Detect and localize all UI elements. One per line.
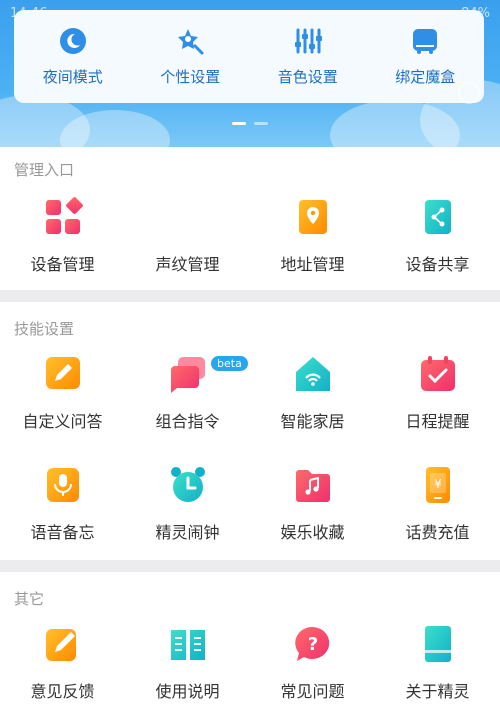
cell-label: 精灵闹钟 xyxy=(155,523,220,542)
carousel-dot[interactable] xyxy=(254,122,268,125)
carousel-indicator xyxy=(232,122,268,125)
cell-label: 常见问题 xyxy=(280,682,345,701)
header-banner: 14:46 84% 夜间模式 个性设置 xyxy=(0,0,500,147)
smart-home-icon xyxy=(295,357,330,391)
carousel-dot-active[interactable] xyxy=(232,122,246,125)
about-button[interactable]: 关于精灵 xyxy=(375,624,500,702)
svg-text:¥: ¥ xyxy=(434,477,442,491)
about-device-icon xyxy=(424,626,451,662)
cell-label: 日程提醒 xyxy=(405,412,470,431)
user-manual-button[interactable]: 使用说明 xyxy=(125,624,250,702)
magic-box-icon xyxy=(413,29,438,54)
combined-command-button[interactable]: 组合指令 beta xyxy=(125,354,250,432)
voice-memo-button[interactable]: 语音备忘 xyxy=(0,465,125,543)
alarm-clock-button[interactable]: 精灵闹钟 xyxy=(125,465,250,543)
quick-label: 音色设置 xyxy=(277,68,338,86)
quick-label: 夜间模式 xyxy=(42,68,103,86)
phone-recharge-button[interactable]: ¥ 话费充值 xyxy=(375,465,500,543)
quick-actions-card: 夜间模式 个性设置 音色设置 绑定魔盒 xyxy=(14,10,484,103)
cell-label: 智能家居 xyxy=(280,412,345,431)
section-title: 其它 xyxy=(14,590,45,608)
cell-label: 话费充值 xyxy=(405,523,470,542)
phone-yuan-icon: ¥ xyxy=(425,467,450,503)
personal-settings-button[interactable]: 个性设置 xyxy=(132,10,250,103)
music-folder-icon xyxy=(295,470,330,502)
section-divider xyxy=(0,290,500,302)
location-icon xyxy=(298,200,327,234)
grid-icon xyxy=(45,197,83,234)
moon-icon xyxy=(59,28,86,54)
pencil-icon xyxy=(45,357,80,389)
night-mode-button[interactable]: 夜间模式 xyxy=(14,10,132,103)
entertainment-favorites-button[interactable]: 娱乐收藏 xyxy=(250,465,375,543)
cell-label: 设备共享 xyxy=(405,255,470,274)
equalizer-icon xyxy=(294,28,322,54)
cell-label: 意见反馈 xyxy=(30,682,95,701)
skills-section: 技能设置 自定义问答 组合指令 beta 智能家居 日程提醒 语音备忘 精灵闹钟… xyxy=(0,302,500,560)
share-icon xyxy=(424,200,451,234)
cell-label: 设备管理 xyxy=(30,255,95,274)
address-management-button[interactable]: 地址管理 xyxy=(250,197,375,275)
gear-icon[interactable] xyxy=(458,82,480,104)
chat-icon xyxy=(170,357,205,393)
quick-label: 绑定魔盒 xyxy=(395,68,456,86)
cell-label: 关于精灵 xyxy=(405,682,470,701)
cell-label: 娱乐收藏 xyxy=(280,523,345,542)
custom-qa-button[interactable]: 自定义问答 xyxy=(0,354,125,432)
section-title: 管理入口 xyxy=(14,161,75,179)
quick-label: 个性设置 xyxy=(160,68,221,86)
others-section: 其它 意见反馈 使用说明 ? 常见问题 关于精灵 xyxy=(0,572,500,711)
alarm-clock-icon xyxy=(170,467,205,502)
smart-home-button[interactable]: 智能家居 xyxy=(250,354,375,432)
calendar-check-icon xyxy=(420,356,455,391)
cell-label: 语音备忘 xyxy=(30,523,95,542)
management-section: 管理入口 设备管理 声纹管理 地址管理 设备共享 xyxy=(0,147,500,290)
cell-label: 自定义问答 xyxy=(22,412,103,431)
voiceprint-icon xyxy=(170,199,203,235)
svg-text:?: ? xyxy=(307,634,317,655)
manual-book-icon xyxy=(170,630,205,660)
section-title: 技能设置 xyxy=(14,320,75,338)
star-brush-icon xyxy=(178,29,204,55)
feedback-edit-icon xyxy=(45,629,76,661)
cell-label: 地址管理 xyxy=(280,255,345,274)
voice-tone-button[interactable]: 音色设置 xyxy=(249,10,367,103)
device-sharing-button[interactable]: 设备共享 xyxy=(375,197,500,275)
faq-button[interactable]: ? 常见问题 xyxy=(250,624,375,702)
microphone-icon xyxy=(46,468,79,502)
cell-label: 组合指令 xyxy=(155,412,220,431)
feedback-button[interactable]: 意见反馈 xyxy=(0,624,125,702)
beta-badge: beta xyxy=(211,356,248,371)
device-management-button[interactable]: 设备管理 xyxy=(0,197,125,275)
section-divider xyxy=(0,560,500,572)
schedule-reminder-button[interactable]: 日程提醒 xyxy=(375,354,500,432)
question-bubble-icon: ? xyxy=(294,626,329,661)
voiceprint-management-button[interactable]: 声纹管理 xyxy=(125,197,250,275)
cell-label: 声纹管理 xyxy=(155,255,220,274)
cell-label: 使用说明 xyxy=(155,682,220,701)
